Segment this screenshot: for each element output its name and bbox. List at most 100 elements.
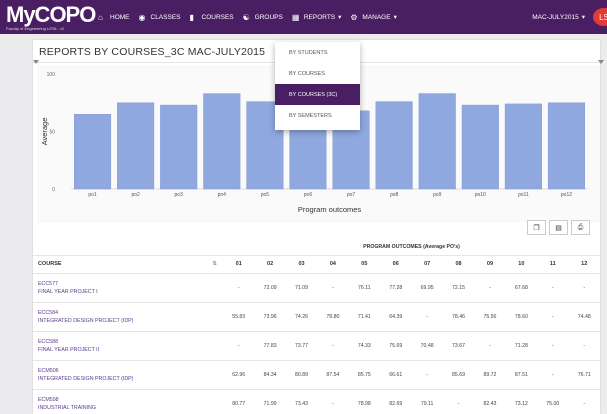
po-value-cell: - — [223, 273, 255, 303]
x-axis-label: Program outcomes — [298, 205, 362, 214]
po-value-cell: - — [568, 273, 600, 303]
po-value-cell: 84.34 — [254, 360, 286, 390]
course-cell[interactable]: ECC588 FINAL YEAR PROJECT II — [33, 331, 223, 361]
dropdown-item-by-courses[interactable]: BY COURSES — [275, 63, 360, 84]
chevron-down-icon: ▾ — [393, 14, 397, 21]
po-value-cell: 71.09 — [285, 273, 318, 303]
po-value-cell: 77.83 — [254, 331, 286, 361]
book-icon: ▮ — [189, 12, 194, 22]
po-column-header[interactable]: 11 — [537, 255, 569, 274]
po-column-header[interactable]: 01 — [223, 255, 255, 274]
nav-item-courses[interactable]: ▮ COURSES — [190, 13, 234, 22]
po-value-cell: 77.28 — [380, 273, 412, 303]
po-value-cell: 78.80 — [317, 302, 349, 332]
po-value-cell: 74.48 — [568, 302, 600, 332]
scroll-right-arrow-icon[interactable] — [598, 60, 604, 64]
po-value-cell: 72.09 — [254, 273, 286, 303]
dropdown-item-by-courses-3c[interactable]: BY COURSES (3C) — [275, 84, 360, 105]
copy-icon: ❐ — [533, 224, 540, 232]
excel-icon: ▤ — [555, 224, 562, 232]
course-code[interactable]: ECC577 — [38, 280, 223, 288]
bar-po11[interactable] — [504, 103, 542, 190]
po-value-cell: 71.28 — [505, 331, 538, 361]
nav-item-label: REPORTS — [303, 13, 336, 21]
report-table: PROGRAM OUTCOMES (Average PO's) COURSE ⇅… — [33, 239, 600, 414]
bar-po4[interactable] — [203, 93, 241, 190]
dropdown-item-by-students[interactable]: BY STUDENTS — [275, 42, 360, 63]
scroll-left-arrow-icon[interactable] — [33, 60, 39, 64]
nav-item-label: MANAGE — [362, 13, 391, 21]
reports-dropdown: BY STUDENTS BY COURSES BY COURSES (3C) BY S… — [275, 42, 360, 130]
table-row: ECC588 FINAL YEAR PROJECT II -77.83 73.77-7… — [33, 331, 600, 361]
po-value-cell: - — [474, 331, 506, 361]
po-value-cell: 73.12 — [505, 389, 538, 414]
bar-po8[interactable] — [375, 101, 413, 190]
x-tick-label: po3 — [175, 192, 184, 198]
po-value-cell: - — [317, 389, 349, 414]
course-cell[interactable]: ECC584 INTEGRATED DESIGN PROJECT (IDP) — [33, 302, 223, 332]
po-column-header[interactable]: 10 — [505, 255, 538, 274]
po-column-header[interactable]: 05 — [348, 255, 381, 274]
table-row: ECM506 INTEGRATED DESIGN PROJECT (IDP) 62.… — [33, 360, 600, 390]
bar-po9[interactable] — [418, 93, 456, 190]
print-button[interactable]: ⎙ — [571, 220, 590, 235]
course-cell[interactable]: ECC577 FINAL YEAR PROJECT I — [33, 273, 223, 303]
classes-icon: ◉ — [138, 12, 146, 22]
dropdown-item-by-semesters[interactable]: BY SEMESTERS — [275, 105, 360, 126]
po-value-cell: 82.69 — [380, 389, 412, 414]
course-name[interactable]: INDUSTRIAL TRAINING — [38, 404, 223, 412]
po-column-header[interactable]: 08 — [442, 255, 475, 274]
course-code[interactable]: ECM598 — [38, 396, 223, 404]
bar-po10[interactable] — [461, 104, 499, 190]
group-header: PROGRAM OUTCOMES (Average PO's) — [223, 239, 600, 256]
nav-item-reports[interactable]: ▦ REPORTS ▾ — [292, 13, 342, 22]
bar-po1[interactable] — [74, 114, 112, 190]
y-tick-label: 0 — [52, 187, 55, 193]
course-code[interactable]: ECC588 — [38, 338, 223, 346]
session-selector[interactable]: MAC-JULY2015 ▾ — [532, 0, 585, 34]
po-column-header[interactable]: 03 — [285, 255, 318, 274]
po-column-header[interactable]: 02 — [254, 255, 286, 274]
course-name[interactable]: INTEGRATED DESIGN PROJECT (IDP) — [38, 375, 223, 383]
po-column-header[interactable]: 09 — [474, 255, 506, 274]
x-tick-label: po2 — [131, 192, 140, 198]
nav-item-manage[interactable]: ⚙ MANAGE ▾ — [350, 13, 396, 22]
po-value-cell: 73.96 — [254, 302, 286, 332]
bar-po2[interactable] — [117, 102, 155, 190]
x-tick-label: po11 — [518, 192, 529, 198]
po-column-header[interactable]: 06 — [380, 255, 412, 274]
po-column-header[interactable]: 04 — [317, 255, 349, 274]
copy-button[interactable]: ❐ — [527, 220, 546, 235]
course-name[interactable]: FINAL YEAR PROJECT I — [38, 288, 223, 296]
export-toolbar: ❐ ▤ ⎙ — [524, 220, 590, 235]
nav-item-groups[interactable]: ☯ GROUPS — [243, 13, 283, 22]
course-cell[interactable]: ECM506 INTEGRATED DESIGN PROJECT (IDP) — [33, 360, 223, 390]
course-code[interactable]: ECC584 — [38, 309, 223, 317]
course-cell[interactable]: ECM598 INDUSTRIAL TRAINING — [33, 389, 223, 414]
x-tick-label: po5 — [261, 192, 270, 198]
course-name[interactable]: FINAL YEAR PROJECT II — [38, 346, 223, 354]
avatar[interactable]: LS — [593, 8, 607, 26]
po-value-cell: 75.00 — [537, 389, 569, 414]
course-column-header[interactable]: COURSE ⇅ — [33, 255, 223, 274]
excel-button[interactable]: ▤ — [549, 220, 568, 235]
po-column-header[interactable]: 07 — [411, 255, 443, 274]
bar-po12[interactable] — [547, 102, 585, 190]
nav-item-home[interactable]: ⌂ HOME — [98, 13, 130, 22]
nav-item-label: COURSES — [201, 13, 234, 21]
bar-po3[interactable] — [160, 104, 198, 190]
po-value-cell: 85.69 — [442, 360, 475, 390]
nav-item-label: CLASSES — [150, 13, 181, 21]
po-column-header[interactable]: 12 — [568, 255, 600, 274]
table-row: ECC577 FINAL YEAR PROJECT I -72.09 71.09-76… — [33, 273, 600, 303]
table-row: ECC584 INTEGRATED DESIGN PROJECT (IDP) 55.… — [33, 302, 600, 332]
po-value-cell: 55.83 — [223, 302, 255, 332]
po-value-cell: 71.99 — [254, 389, 286, 414]
nav-item-label: GROUPS — [254, 13, 283, 21]
course-name[interactable]: INTEGRATED DESIGN PROJECT (IDP) — [38, 317, 223, 325]
nav-item-classes[interactable]: ◉ CLASSES — [139, 13, 181, 22]
brand-logo[interactable]: MyCOPO Faculty of Engineering UiTM - v2 — [6, 2, 96, 32]
course-code[interactable]: ECM506 — [38, 367, 223, 375]
x-tick-label: po8 — [390, 192, 399, 198]
y-axis-label: Average — [40, 118, 49, 146]
